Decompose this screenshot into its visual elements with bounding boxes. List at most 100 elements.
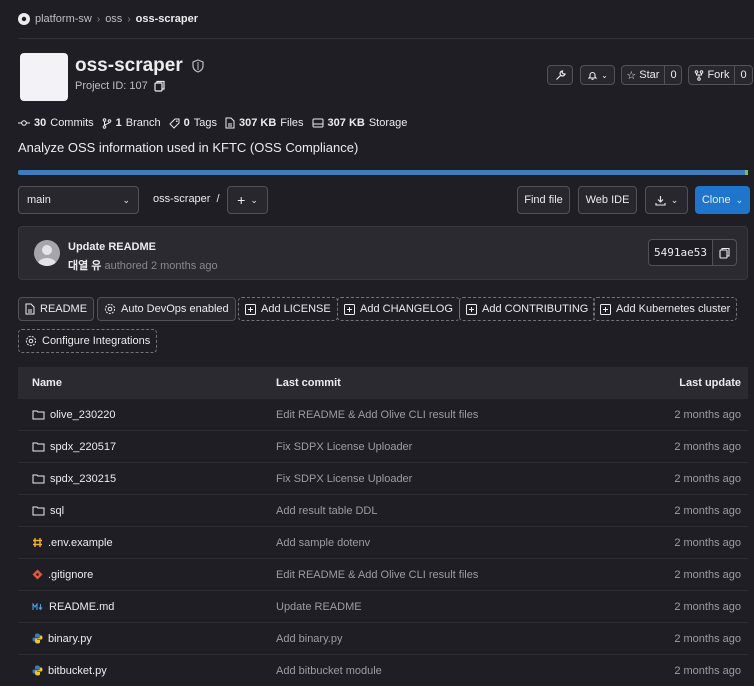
path-separator: /: [216, 193, 220, 205]
commit-message[interactable]: Add sample dotenv: [262, 537, 622, 549]
last-commit-panel: Update README 대열 유 authored 2 months ago…: [18, 226, 748, 280]
fork-button[interactable]: Fork 0: [688, 65, 753, 85]
disk-icon: [312, 118, 324, 128]
commit-author[interactable]: 대열 유: [68, 260, 101, 272]
admin-button[interactable]: [547, 65, 573, 85]
chevron-down-icon: ⌄: [670, 194, 679, 205]
commit-message[interactable]: Fix SDPX License Uploader: [262, 473, 622, 485]
table-row[interactable]: spdx_230215 Fix SDPX License Uploader 2 …: [18, 463, 748, 495]
table-row[interactable]: sql Add result table DDL 2 months ago: [18, 495, 748, 527]
folder-icon: [32, 441, 45, 452]
branch-selector[interactable]: main ⌄: [18, 186, 139, 214]
file-name[interactable]: olive_230220: [50, 409, 115, 421]
commit-message[interactable]: Edit README & Add Olive CLI result files: [262, 569, 622, 581]
commit-message[interactable]: Add result table DDL: [262, 505, 622, 517]
file-icon: [25, 303, 35, 315]
configure-integrations-button[interactable]: Configure Integrations: [18, 329, 158, 353]
file-name[interactable]: README.md: [49, 601, 114, 613]
repository-language-bar[interactable]: [18, 170, 748, 175]
star-icon: ☆: [626, 69, 637, 82]
file-table-header: Name Last commit Last update: [18, 367, 748, 399]
project-title: oss-scraper: [75, 55, 204, 77]
breadcrumb-project[interactable]: oss-scraper: [136, 13, 198, 25]
auto-devops-label: Auto DevOps enabled: [121, 303, 229, 315]
file-name[interactable]: sql: [50, 505, 64, 517]
add-contributing-label: Add CONTRIBUTING: [482, 303, 589, 315]
user-avatar-icon[interactable]: [34, 240, 60, 266]
star-count[interactable]: 0: [664, 66, 681, 84]
file-name[interactable]: bitbucket.py: [48, 665, 107, 677]
plus-square-icon: [245, 303, 256, 315]
add-changelog-button[interactable]: Add CHANGELOG: [337, 297, 460, 321]
commit-message[interactable]: Update README: [262, 601, 622, 613]
file-name[interactable]: spdx_220517: [50, 441, 116, 453]
star-button[interactable]: ☆ Star 0: [621, 65, 682, 85]
bell-icon: [587, 70, 598, 81]
star-label: Star: [639, 69, 660, 81]
fork-count[interactable]: 0: [734, 66, 751, 84]
file-name[interactable]: binary.py: [48, 633, 92, 645]
download-dropdown[interactable]: ⌄: [645, 186, 688, 214]
clone-dropdown[interactable]: Clone ⌄: [695, 186, 750, 214]
copy-sha-button[interactable]: [712, 239, 737, 266]
branch-name: main: [27, 194, 51, 206]
tag-icon: [168, 118, 180, 129]
file-name[interactable]: .gitignore: [48, 569, 93, 581]
files-size: 307 KB: [239, 117, 277, 129]
repo-path: oss-scraper /: [153, 193, 220, 205]
table-row[interactable]: bitbucket.py Add bitbucket module 2 mont…: [18, 655, 748, 686]
table-row[interactable]: olive_230220 Edit README & Add Olive CLI…: [18, 399, 748, 431]
settings-icon: [104, 303, 116, 315]
add-license-button[interactable]: Add LICENSE: [238, 297, 338, 321]
commits-stat[interactable]: 30 Commits: [18, 117, 94, 129]
readme-label: README: [40, 303, 88, 315]
files-stat[interactable]: 307 KB Files: [225, 117, 304, 129]
project-name: oss-scraper: [75, 55, 183, 76]
branches-label: Branch: [125, 117, 161, 129]
breadcrumb-group[interactable]: platform-sw: [35, 13, 92, 25]
add-kubernetes-button[interactable]: Add Kubernetes cluster: [593, 297, 738, 321]
find-file-button[interactable]: Find file: [517, 186, 570, 214]
updated-time: 2 months ago: [674, 504, 741, 517]
branches-stat[interactable]: 1 Branch: [102, 117, 161, 129]
chevron-down-icon: ⌄: [735, 194, 744, 205]
python-icon: [32, 665, 43, 676]
project-id-label: Project ID: 107: [75, 80, 148, 92]
add-contributing-button[interactable]: Add CONTRIBUTING: [459, 297, 596, 321]
file-name[interactable]: spdx_230215: [50, 473, 116, 485]
add-to-tree-dropdown[interactable]: + ⌄: [227, 186, 268, 214]
tags-stat[interactable]: 0 Tags: [168, 117, 217, 129]
commit-message[interactable]: Edit README & Add Olive CLI result files: [262, 409, 622, 421]
chevron-right-icon: ›: [96, 13, 101, 25]
file-name[interactable]: .env.example: [48, 537, 113, 549]
download-icon: [655, 195, 666, 206]
settings-icon: [25, 335, 37, 347]
shield-icon: [192, 59, 204, 73]
commit-title[interactable]: Update README: [68, 241, 156, 253]
table-row[interactable]: spdx_220517 Fix SDPX License Uploader 2 …: [18, 431, 748, 463]
python-icon: [32, 633, 43, 644]
commit-message[interactable]: Fix SDPX License Uploader: [262, 441, 622, 453]
updated-time: 2 months ago: [674, 472, 741, 485]
language-segment[interactable]: [745, 170, 748, 175]
branches-count: 1: [115, 117, 122, 129]
table-row[interactable]: .env.example Add sample dotenv 2 months …: [18, 527, 748, 559]
table-row[interactable]: README.md Update README 2 months ago: [18, 591, 748, 623]
breadcrumb-subgroup[interactable]: oss: [105, 13, 122, 25]
commit-sha[interactable]: 5491ae53: [648, 239, 713, 266]
commit-message[interactable]: Add bitbucket module: [262, 665, 622, 677]
auto-devops-button[interactable]: Auto DevOps enabled: [97, 297, 236, 321]
chevron-down-icon: ⌄: [122, 194, 130, 205]
doc-icon: [225, 117, 235, 129]
notifications-dropdown[interactable]: ⌄: [580, 65, 615, 85]
table-row[interactable]: binary.py Add binary.py 2 months ago: [18, 623, 748, 655]
commit-icon: [18, 118, 30, 128]
web-ide-button[interactable]: Web IDE: [578, 186, 637, 214]
repo-path-root[interactable]: oss-scraper: [153, 193, 210, 205]
readme-button[interactable]: README: [18, 297, 95, 321]
copy-icon[interactable]: [154, 80, 165, 92]
storage-stat[interactable]: 307 KB Storage: [312, 117, 407, 129]
table-row[interactable]: .gitignore Edit README & Add Olive CLI r…: [18, 559, 748, 591]
clone-label: Clone: [701, 194, 731, 206]
commit-message[interactable]: Add binary.py: [262, 633, 622, 645]
